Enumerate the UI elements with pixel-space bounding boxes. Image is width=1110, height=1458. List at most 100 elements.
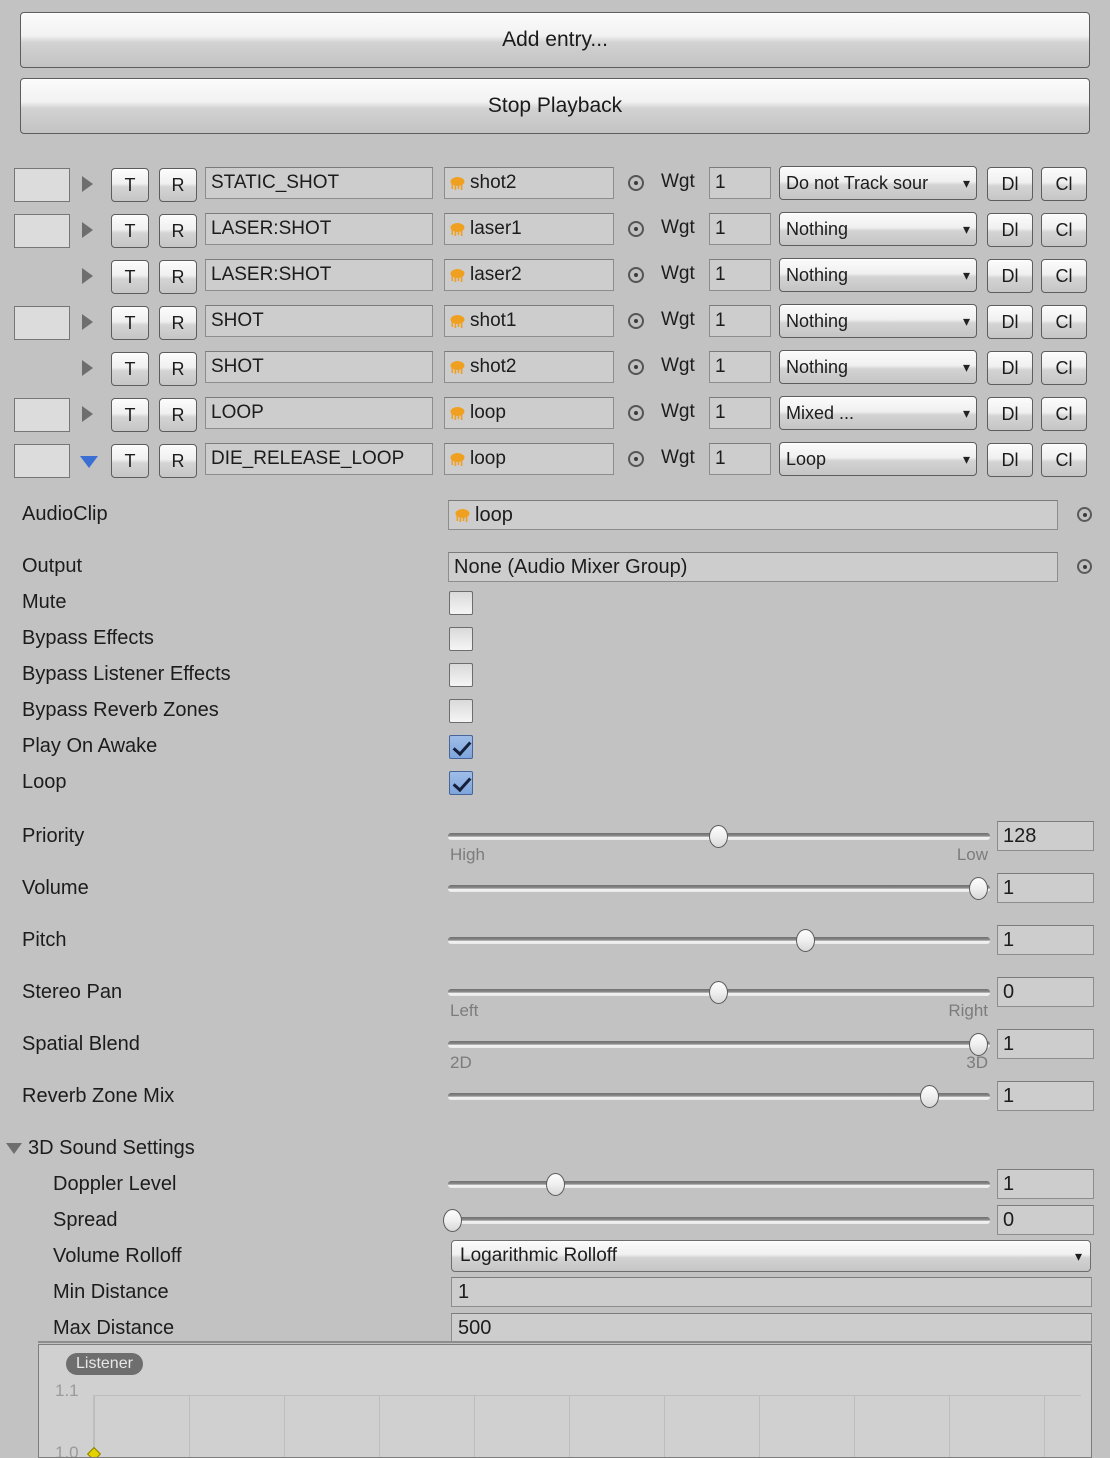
entry-object-picker-icon[interactable]: [628, 313, 644, 329]
entry-name-field[interactable]: SHOT: [205, 305, 433, 337]
entry-transform-button[interactable]: T: [111, 260, 149, 294]
entry-mode-dropdown[interactable]: Do not Track sour▾: [779, 166, 977, 200]
entry-color-swatch[interactable]: [14, 306, 70, 340]
entry-foldout-closed-icon[interactable]: [82, 176, 93, 192]
doppler-level-slider[interactable]: [448, 1181, 990, 1188]
entry-mode-dropdown[interactable]: Nothing▾: [779, 258, 977, 292]
slider-control[interactable]: [448, 885, 990, 892]
entry-object-picker-icon[interactable]: [628, 405, 644, 421]
entry-clone-button[interactable]: Cl: [1041, 443, 1087, 477]
entry-mode-dropdown[interactable]: Mixed ...▾: [779, 396, 977, 430]
entry-clone-button[interactable]: Cl: [1041, 397, 1087, 431]
slider-control[interactable]: [448, 1093, 990, 1100]
entry-name-field[interactable]: LOOP: [205, 397, 433, 429]
volume-rolloff-dropdown[interactable]: Logarithmic Rolloff ▾: [451, 1240, 1091, 1272]
slider-control[interactable]: [448, 833, 990, 840]
entry-delete-button[interactable]: Dl: [987, 305, 1033, 339]
slider-value-field[interactable]: 1: [997, 925, 1094, 955]
entry-clone-button[interactable]: Cl: [1041, 305, 1087, 339]
entry-foldout-closed-icon[interactable]: [82, 268, 93, 284]
entry-delete-button[interactable]: Dl: [987, 259, 1033, 293]
entry-rigidbody-button[interactable]: R: [159, 214, 197, 248]
entry-foldout-closed-icon[interactable]: [82, 360, 93, 376]
entry-mode-dropdown[interactable]: Nothing▾: [779, 304, 977, 338]
entry-mode-dropdown[interactable]: Nothing▾: [779, 212, 977, 246]
entry-clip-field[interactable]: laser2: [444, 259, 614, 291]
entry-transform-button[interactable]: T: [111, 168, 149, 202]
entry-clip-field[interactable]: loop: [444, 397, 614, 429]
entry-object-picker-icon[interactable]: [628, 451, 644, 467]
entry-foldout-closed-icon[interactable]: [82, 222, 93, 238]
slider-control[interactable]: [448, 1041, 990, 1048]
entry-object-picker-icon[interactable]: [628, 175, 644, 191]
entry-name-field[interactable]: LASER:SHOT: [205, 259, 433, 291]
entry-color-swatch[interactable]: [14, 214, 70, 248]
audioclip-field[interactable]: loop: [448, 500, 1058, 530]
entry-object-picker-icon[interactable]: [628, 359, 644, 375]
min-distance-field[interactable]: 1: [451, 1277, 1092, 1307]
toggle-checkbox[interactable]: [449, 771, 473, 795]
entry-foldout-closed-icon[interactable]: [82, 314, 93, 330]
toggle-checkbox[interactable]: [449, 663, 473, 687]
entry-mode-dropdown[interactable]: Nothing▾: [779, 350, 977, 384]
entry-transform-button[interactable]: T: [111, 398, 149, 432]
entry-delete-button[interactable]: Dl: [987, 397, 1033, 431]
audioclip-object-picker-icon[interactable]: [1077, 507, 1092, 522]
toggle-checkbox[interactable]: [449, 627, 473, 651]
slider-value-field[interactable]: 128: [997, 821, 1094, 851]
slider-thumb[interactable]: [969, 877, 988, 900]
slider-thumb[interactable]: [920, 1085, 939, 1108]
entry-clip-field[interactable]: laser1: [444, 213, 614, 245]
entry-mode-dropdown[interactable]: Loop▾: [779, 442, 977, 476]
entry-clone-button[interactable]: Cl: [1041, 351, 1087, 385]
entry-clone-button[interactable]: Cl: [1041, 167, 1087, 201]
entry-clip-field[interactable]: shot2: [444, 167, 614, 199]
slider-value-field[interactable]: 1: [997, 1081, 1094, 1111]
entry-name-field[interactable]: DIE_RELEASE_LOOP: [205, 443, 433, 475]
entry-weight-field[interactable]: 1: [709, 397, 771, 429]
entry-transform-button[interactable]: T: [111, 444, 149, 478]
entry-weight-field[interactable]: 1: [709, 259, 771, 291]
toggle-checkbox[interactable]: [449, 735, 473, 759]
slider-control[interactable]: [448, 989, 990, 996]
entry-weight-field[interactable]: 1: [709, 305, 771, 337]
entry-delete-button[interactable]: Dl: [987, 351, 1033, 385]
entry-transform-button[interactable]: T: [111, 306, 149, 340]
entry-delete-button[interactable]: Dl: [987, 443, 1033, 477]
entry-object-picker-icon[interactable]: [628, 267, 644, 283]
entry-rigidbody-button[interactable]: R: [159, 306, 197, 340]
output-object-picker-icon[interactable]: [1077, 559, 1092, 574]
entry-weight-field[interactable]: 1: [709, 213, 771, 245]
slider-value-field[interactable]: 1: [997, 873, 1094, 903]
entry-clip-field[interactable]: loop: [444, 443, 614, 475]
entry-rigidbody-button[interactable]: R: [159, 260, 197, 294]
entry-foldout-closed-icon[interactable]: [82, 406, 93, 422]
spread-value-field[interactable]: 0: [997, 1205, 1094, 1235]
entry-name-field[interactable]: STATIC_SHOT: [205, 167, 433, 199]
spread-slider[interactable]: [448, 1217, 990, 1224]
doppler-level-value-field[interactable]: 1: [997, 1169, 1094, 1199]
add-entry-button[interactable]: Add entry...: [20, 12, 1090, 68]
entry-delete-button[interactable]: Dl: [987, 167, 1033, 201]
entry-clone-button[interactable]: Cl: [1041, 259, 1087, 293]
entry-clip-field[interactable]: shot2: [444, 351, 614, 383]
entry-rigidbody-button[interactable]: R: [159, 444, 197, 478]
entry-name-field[interactable]: SHOT: [205, 351, 433, 383]
entry-weight-field[interactable]: 1: [709, 443, 771, 475]
section-3d-sound-settings[interactable]: 3D Sound Settings: [0, 1131, 1110, 1167]
entry-transform-button[interactable]: T: [111, 214, 149, 248]
entry-rigidbody-button[interactable]: R: [159, 398, 197, 432]
slider-thumb[interactable]: [796, 929, 815, 952]
entry-weight-field[interactable]: 1: [709, 167, 771, 199]
entry-delete-button[interactable]: Dl: [987, 213, 1033, 247]
toggle-checkbox[interactable]: [449, 591, 473, 615]
entry-clone-button[interactable]: Cl: [1041, 213, 1087, 247]
slider-value-field[interactable]: 1: [997, 1029, 1094, 1059]
slider-value-field[interactable]: 0: [997, 977, 1094, 1007]
entry-rigidbody-button[interactable]: R: [159, 168, 197, 202]
rolloff-graph[interactable]: Listener 1.1 1.0: [38, 1344, 1092, 1458]
entry-name-field[interactable]: LASER:SHOT: [205, 213, 433, 245]
entry-color-swatch[interactable]: [14, 444, 70, 478]
output-field[interactable]: None (Audio Mixer Group): [448, 552, 1058, 582]
slider-thumb[interactable]: [546, 1173, 565, 1196]
